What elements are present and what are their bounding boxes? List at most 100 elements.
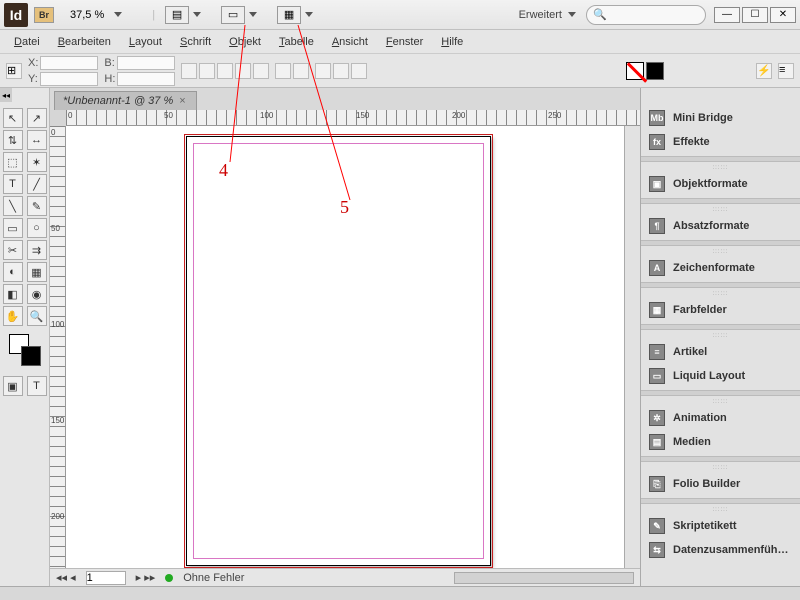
y-label: Y: (28, 73, 38, 85)
workspace-selector[interactable]: Erweitert (519, 9, 576, 21)
panel-effekte[interactable]: fxEffekte (641, 130, 800, 154)
search-input[interactable]: 🔍 (586, 5, 706, 25)
panel-liquid-layout[interactable]: ▭Liquid Layout (641, 364, 800, 388)
tool-button[interactable]: ▦ (27, 262, 47, 282)
panel-skriptetikett[interactable]: ✎Skriptetikett (641, 514, 800, 538)
panel-label: Effekte (673, 136, 710, 148)
panel-label: Folio Builder (673, 478, 740, 490)
menu-tabelle[interactable]: Tabelle (271, 33, 322, 51)
panel-label: Liquid Layout (673, 370, 745, 382)
tool-button[interactable]: ✋ (3, 306, 23, 326)
bridge-badge[interactable]: Br (34, 7, 54, 23)
stroke-swatch[interactable] (646, 62, 664, 80)
x-input[interactable] (40, 56, 98, 70)
panel-label: Absatzformate (673, 220, 749, 232)
tool-button[interactable]: 🔍 (27, 306, 47, 326)
tool-button[interactable]: ▭ (3, 218, 23, 238)
panel-menu-icon[interactable]: ≡ (778, 63, 794, 79)
panel-label: Artikel (673, 346, 707, 358)
menu-schrift[interactable]: Schrift (172, 33, 219, 51)
transform-controls (181, 63, 269, 79)
tool-button[interactable]: ↔ (27, 130, 47, 150)
panel-farbfelder[interactable]: ▦Farbfelder (641, 298, 800, 322)
vertical-ruler[interactable]: 050100150200250 (50, 126, 66, 568)
horizontal-ruler[interactable]: 050100150200250 (66, 110, 640, 126)
tool-button[interactable]: ✎ (27, 196, 47, 216)
tool-button[interactable]: ✶ (27, 152, 47, 172)
horizontal-scrollbar[interactable] (454, 572, 634, 584)
flip-v-icon[interactable] (253, 63, 269, 79)
chevron-down-icon (568, 12, 576, 17)
stroke-weight-icon[interactable] (275, 63, 291, 79)
pathfinder-icon[interactable] (351, 63, 367, 79)
zoom-selector[interactable]: 37,5 % (64, 9, 122, 21)
flip-h-icon[interactable] (235, 63, 251, 79)
fill-swatch[interactable] (626, 62, 644, 80)
close-tab-icon[interactable]: × (179, 95, 185, 107)
panel-zeichenformate[interactable]: AZeichenformate (641, 256, 800, 280)
maximize-button[interactable]: ☐ (742, 7, 768, 23)
page-nav-next[interactable]: ▸ ▸▸ (136, 571, 156, 584)
rotate-icon[interactable] (199, 63, 215, 79)
tool-button[interactable]: ✂ (3, 240, 23, 260)
page[interactable] (186, 136, 491, 566)
menu-layout[interactable]: Layout (121, 33, 170, 51)
reference-point-icon[interactable]: ⊞ (6, 63, 22, 79)
menu-datei[interactable]: Datei (6, 33, 48, 51)
panel-objektformate[interactable]: ▣Objektformate (641, 172, 800, 196)
panel-artikel[interactable]: ≡Artikel (641, 340, 800, 364)
distribute-icon[interactable] (333, 63, 349, 79)
tool-button[interactable]: ⇉ (27, 240, 47, 260)
menu-bearbeiten[interactable]: Bearbeiten (50, 33, 119, 51)
chevron-down-icon (193, 12, 201, 17)
tool-button[interactable]: ╲ (3, 196, 23, 216)
y-input[interactable] (40, 72, 98, 86)
menu-hilfe[interactable]: Hilfe (433, 33, 471, 51)
tool-button[interactable]: ○ (27, 218, 47, 238)
menu-objekt[interactable]: Objekt (221, 33, 269, 51)
tool-button[interactable]: ↗ (27, 108, 47, 128)
preflight-status-icon (165, 574, 173, 582)
fill-stroke-proxy[interactable] (9, 334, 41, 366)
minimize-button[interactable]: — (714, 7, 740, 23)
panel-datenzusammenf-h-[interactable]: ⇆Datenzusammenfüh… (641, 538, 800, 562)
arrange-documents-button[interactable]: ▦ (277, 6, 301, 24)
view-options-button[interactable]: ▤ (165, 6, 189, 24)
tool-button[interactable]: ◉ (27, 284, 47, 304)
close-button[interactable]: ✕ (770, 7, 796, 23)
document-tab[interactable]: *Unbenannt-1 @ 37 % × (54, 91, 197, 110)
panel-mini-bridge[interactable]: MbMini Bridge (641, 106, 800, 130)
align-icon[interactable] (315, 63, 331, 79)
menu-ansicht[interactable]: Ansicht (324, 33, 376, 51)
shear-icon[interactable] (217, 63, 233, 79)
stroke-style-icon[interactable] (293, 63, 309, 79)
scale-icon[interactable] (181, 63, 197, 79)
tool-button[interactable]: ◧ (3, 284, 23, 304)
tool-button[interactable]: ↖ (3, 108, 23, 128)
panel-icon: ▣ (649, 176, 665, 192)
page-nav-prev[interactable]: ◂◂ ◂ (56, 571, 76, 584)
quick-apply-icon[interactable]: ⚡ (756, 63, 772, 79)
ruler-tick-label: 50 (51, 224, 60, 233)
mode-button[interactable]: T (27, 376, 47, 396)
tool-button[interactable]: ╱ (27, 174, 47, 194)
panel-absatzformate[interactable]: ¶Absatzformate (641, 214, 800, 238)
menu-fenster[interactable]: Fenster (378, 33, 431, 51)
tool-button[interactable]: T (3, 174, 23, 194)
mode-button[interactable]: ▣ (3, 376, 23, 396)
panel-icon: ✲ (649, 410, 665, 426)
h-input[interactable] (117, 72, 175, 86)
screen-mode-button[interactable]: ▭ (221, 6, 245, 24)
tool-button[interactable]: ⇅ (3, 130, 23, 150)
w-input[interactable] (117, 56, 175, 70)
tool-button[interactable]: ⬚ (3, 152, 23, 172)
page-number-input[interactable] (86, 571, 126, 585)
vertical-scrollbar[interactable] (624, 126, 640, 568)
panel-medien[interactable]: ▤Medien (641, 430, 800, 454)
tool-button[interactable]: ◐ (3, 262, 23, 282)
panel-folio-builder[interactable]: ⎘Folio Builder (641, 472, 800, 496)
panel-animation[interactable]: ✲Animation (641, 406, 800, 430)
collapse-left-tab[interactable]: ◂◂ (0, 88, 12, 102)
canvas[interactable] (66, 126, 624, 568)
h-label: H: (104, 73, 115, 85)
